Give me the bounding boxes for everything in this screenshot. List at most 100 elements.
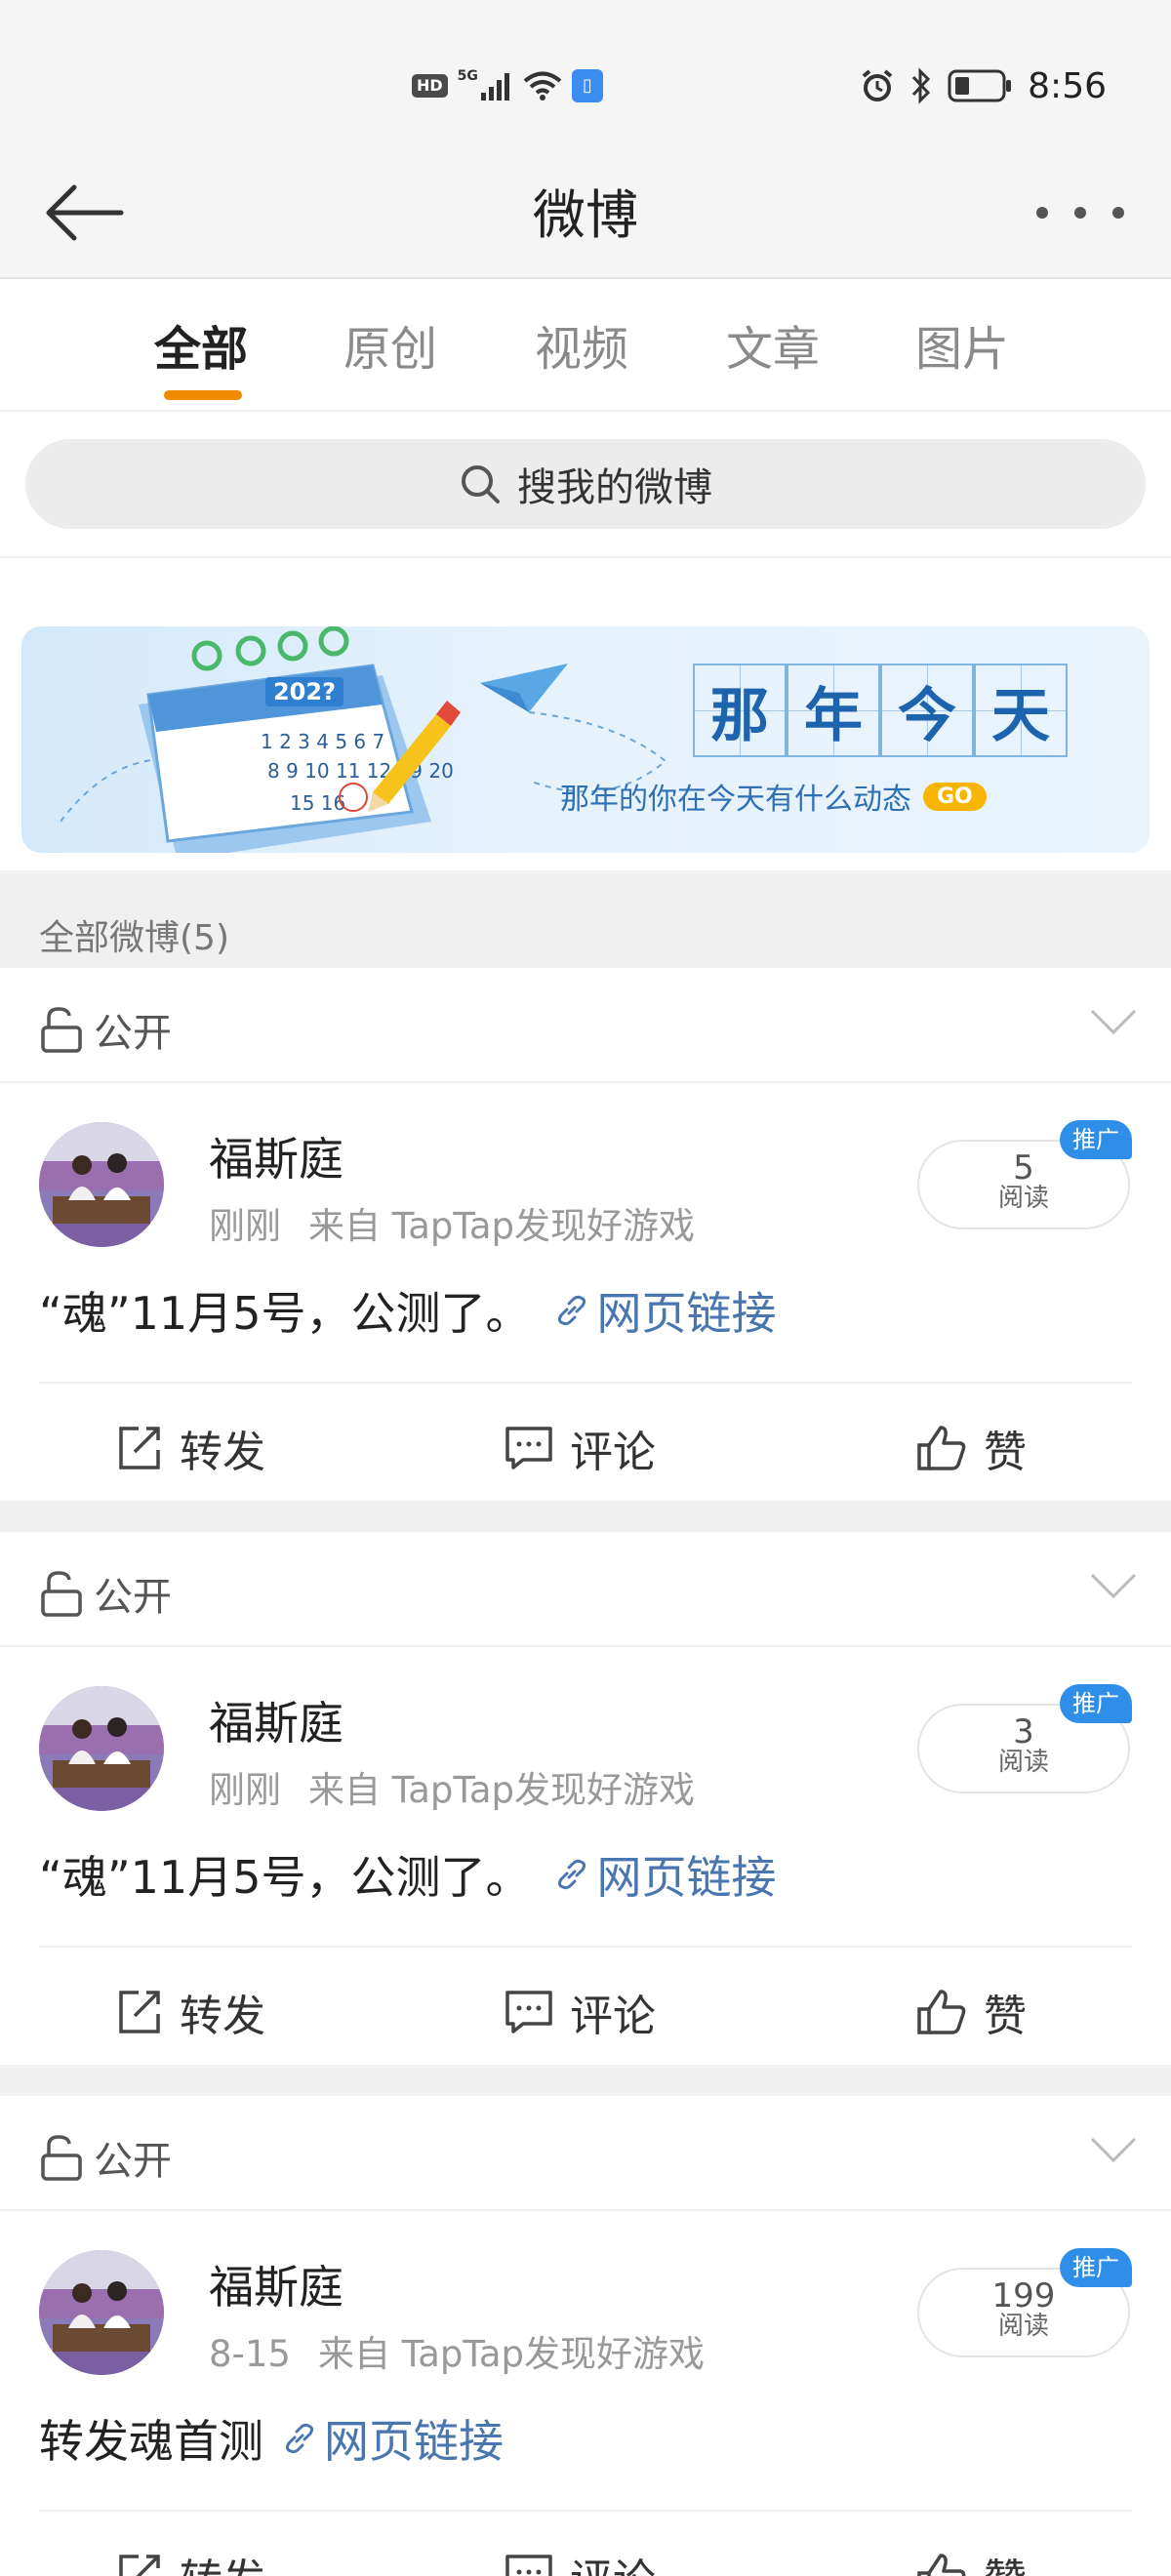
repost-button[interactable]: 转发 bbox=[115, 2545, 265, 2576]
tab-original[interactable]: 原创 bbox=[343, 310, 437, 379]
post-actions: 转发 评论 赞 bbox=[0, 1948, 1171, 2065]
more-options-button[interactable] bbox=[1036, 185, 1124, 240]
svg-text:15 16: 15 16 bbox=[290, 791, 345, 815]
web-link-label: 网页链接 bbox=[596, 1851, 777, 1904]
visibility-indicator: 公开 bbox=[39, 2129, 172, 2186]
avatar-image bbox=[39, 2250, 164, 2375]
like-label: 赞 bbox=[984, 1428, 1027, 1477]
author-name[interactable]: 福斯庭 bbox=[209, 1688, 343, 1752]
web-link[interactable]: 网页链接 bbox=[553, 1842, 776, 1907]
repost-icon bbox=[119, 1427, 160, 1469]
visibility-indicator: 公开 bbox=[39, 1565, 172, 1622]
chevron-down-icon[interactable] bbox=[1089, 1007, 1138, 1036]
comment-icon bbox=[505, 1991, 552, 2033]
more-dot-icon bbox=[1112, 207, 1124, 219]
banner-section: 202? 1 2 3 4 5 6 7 8 9 10 11 12 19 20 15… bbox=[0, 558, 1171, 870]
read-label: 阅读 bbox=[997, 2312, 1049, 2341]
chevron-down-icon[interactable] bbox=[1089, 2135, 1138, 2164]
link-icon bbox=[558, 1295, 586, 1326]
link-icon bbox=[558, 1859, 586, 1890]
unlock-icon bbox=[41, 2135, 82, 2181]
unlock-icon bbox=[41, 1007, 82, 1053]
clock: 8:56 bbox=[1028, 65, 1107, 106]
status-indicators: HD 5G ▯ bbox=[412, 66, 603, 105]
repost-label: 转发 bbox=[180, 1992, 265, 2041]
post-visibility-bar[interactable]: 公开 bbox=[0, 2096, 1171, 2211]
avatar[interactable] bbox=[39, 2250, 164, 2375]
web-link[interactable]: 网页链接 bbox=[553, 1278, 776, 1343]
post-meta: 8-15 来自 TapTap发现好游戏 bbox=[209, 2324, 705, 2377]
more-dot-icon bbox=[1036, 207, 1048, 219]
post-meta: 刚刚 来自 TapTap发现好游戏 bbox=[209, 1196, 695, 1249]
hd-badge: HD bbox=[412, 74, 448, 98]
post-visibility-bar[interactable]: 公开 bbox=[0, 968, 1171, 1083]
promote-badge[interactable]: 推广 bbox=[1060, 2248, 1132, 2287]
post-separator bbox=[0, 2065, 1171, 2096]
post-visibility-bar[interactable]: 公开 bbox=[0, 1532, 1171, 1647]
thumbs-up-icon bbox=[917, 2554, 966, 2576]
avatar-image bbox=[39, 1122, 164, 1247]
avatar[interactable] bbox=[39, 1686, 164, 1811]
promote-badge[interactable]: 推广 bbox=[1060, 1684, 1132, 1723]
nav-bar: 微博 bbox=[0, 146, 1171, 279]
tab-image[interactable]: 图片 bbox=[915, 310, 1009, 379]
tab-article[interactable]: 文章 bbox=[726, 310, 820, 379]
network-type: 5G bbox=[457, 68, 478, 84]
banner-subtitle-text: 那年的你在今天有什么动态 bbox=[560, 783, 911, 817]
author-name[interactable]: 福斯庭 bbox=[209, 1124, 343, 1188]
post-actions: 转发 评论 赞 bbox=[0, 1384, 1171, 1501]
avatar[interactable] bbox=[39, 1122, 164, 1247]
section-header: 全部微博(5) bbox=[0, 870, 1171, 968]
visibility-label: 公开 bbox=[94, 2139, 172, 2184]
banner-title-char: 天 bbox=[974, 664, 1068, 757]
chevron-down-icon[interactable] bbox=[1089, 1571, 1138, 1600]
banner-subtitle: 那年的你在今天有什么动态 GO bbox=[560, 775, 987, 818]
post-text: 转发魂首测 bbox=[39, 2415, 263, 2468]
read-label: 阅读 bbox=[997, 1748, 1049, 1777]
comment-button[interactable]: 评论 bbox=[504, 2545, 656, 2576]
repost-button[interactable]: 转发 bbox=[115, 1417, 265, 1479]
like-button[interactable]: 赞 bbox=[915, 1981, 1027, 2043]
post-text: “魂”11月5号，公测了。 bbox=[39, 1287, 531, 1340]
read-label: 阅读 bbox=[997, 1184, 1049, 1213]
svg-text:8 9 10 11 12 19 20: 8 9 10 11 12 19 20 bbox=[267, 759, 454, 783]
battery-icon bbox=[948, 69, 1012, 102]
tab-video[interactable]: 视频 bbox=[535, 310, 628, 379]
post-content: 转发魂首测 网页链接 bbox=[39, 2406, 504, 2471]
post-content: “魂”11月5号，公测了。 网页链接 bbox=[39, 1842, 776, 1907]
repost-icon bbox=[119, 2555, 160, 2576]
tab-all[interactable]: 全部 bbox=[154, 310, 248, 379]
comment-label: 评论 bbox=[570, 1428, 656, 1477]
thumbs-up-icon bbox=[917, 1990, 966, 2034]
comment-icon bbox=[505, 1427, 552, 1469]
wifi-icon bbox=[523, 71, 562, 101]
avatar-image bbox=[39, 1686, 164, 1811]
comment-button[interactable]: 评论 bbox=[504, 1417, 656, 1479]
status-bar: HD 5G ▯ 8:56 bbox=[0, 0, 1171, 146]
banner-title-char: 那 bbox=[693, 664, 787, 757]
author-name[interactable]: 福斯庭 bbox=[209, 2252, 343, 2316]
go-button[interactable]: GO bbox=[923, 782, 987, 811]
web-link-label: 网页链接 bbox=[596, 1287, 777, 1340]
svg-text:1 2 3 4 5 6 7: 1 2 3 4 5 6 7 bbox=[261, 730, 384, 753]
post-separator bbox=[0, 1501, 1171, 1532]
like-button[interactable]: 赞 bbox=[915, 2545, 1027, 2576]
post-text: “魂”11月5号，公测了。 bbox=[39, 1851, 531, 1904]
post-time: 8-15 bbox=[209, 2333, 291, 2375]
post-card: 公开 福斯庭 8-15 来自 TapTap发现好游戏 199 阅读 推广 转发魂首… bbox=[0, 2096, 1171, 2576]
comment-label: 评论 bbox=[570, 1992, 656, 2041]
repost-button[interactable]: 转发 bbox=[115, 1981, 265, 2043]
comment-button[interactable]: 评论 bbox=[504, 1981, 656, 2043]
unlock-icon bbox=[41, 1571, 82, 1617]
on-this-day-banner[interactable]: 202? 1 2 3 4 5 6 7 8 9 10 11 12 19 20 15… bbox=[21, 626, 1150, 853]
post-time: 刚刚 bbox=[209, 1205, 281, 1247]
web-link[interactable]: 网页链接 bbox=[281, 2406, 504, 2471]
search-placeholder: 搜我的微博 bbox=[517, 465, 712, 510]
bluetooth-icon bbox=[912, 67, 931, 104]
calendar-illustration: 202? 1 2 3 4 5 6 7 8 9 10 11 12 19 20 15… bbox=[61, 626, 461, 853]
calendar-year: 202? bbox=[273, 678, 336, 705]
promote-badge[interactable]: 推广 bbox=[1060, 1120, 1132, 1159]
thumbs-up-icon bbox=[917, 1426, 966, 1470]
search-input[interactable]: 搜我的微博 bbox=[25, 439, 1146, 529]
like-button[interactable]: 赞 bbox=[915, 1417, 1027, 1479]
